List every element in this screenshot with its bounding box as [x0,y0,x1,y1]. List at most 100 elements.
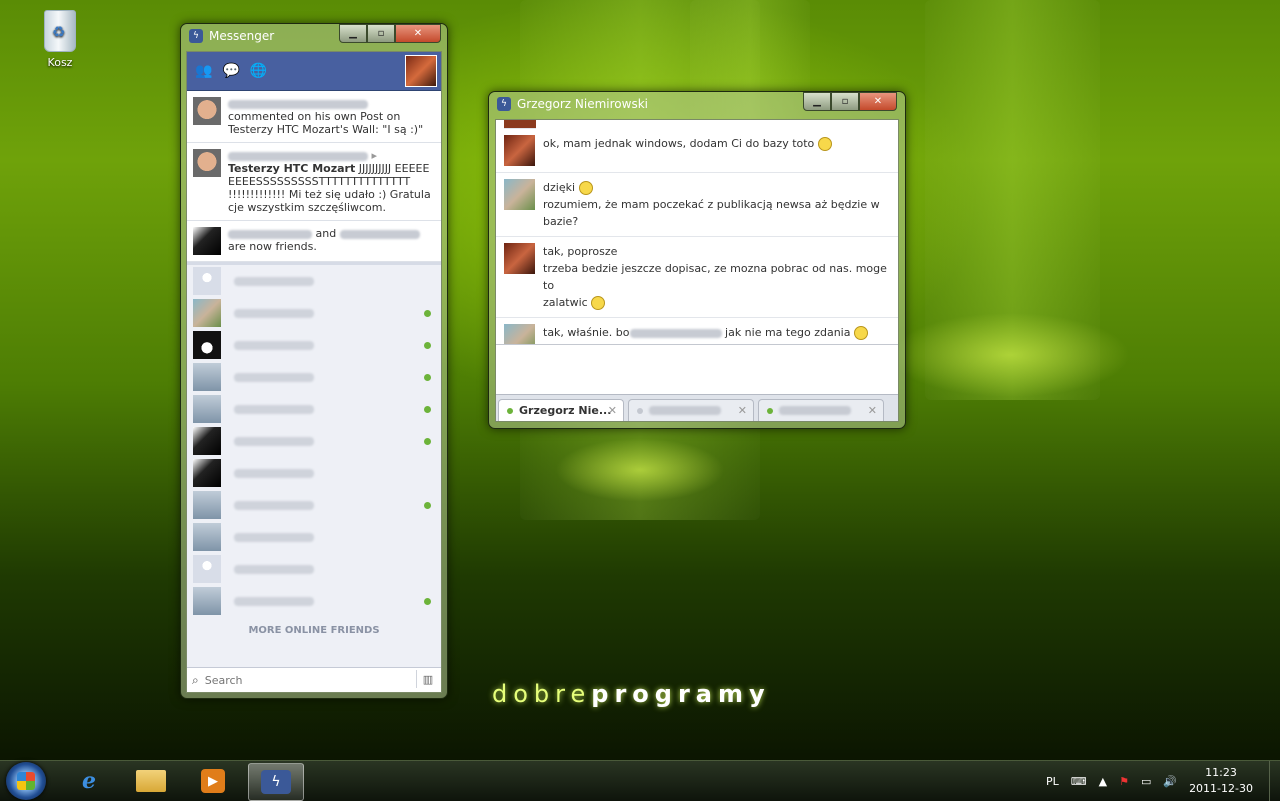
close-tab-icon[interactable]: ✕ [738,404,747,417]
chat-title: Grzegorz Niemirowski [517,97,648,111]
search-input[interactable] [202,672,407,688]
online-status-icon [424,437,431,445]
language-indicator[interactable]: PL [1046,775,1059,788]
message-lines: ok, mam jednak windows, dodam Ci do bazy… [543,135,832,166]
friend-row[interactable] [187,457,441,489]
maximize-button[interactable]: ▫ [831,92,859,111]
redacted-name [234,404,314,414]
chat-tabs: Grzegorz Nie... ✕ ✕ ✕ [496,394,898,421]
notifications-globe-icon[interactable]: 🌐 [250,63,267,79]
recycle-bin[interactable]: Kosz [38,10,82,69]
avatar[interactable] [504,324,535,344]
chat-message: dzięki rozumiem, że mam poczekać z publi… [496,173,898,237]
friend-row[interactable] [187,585,441,617]
friend-row[interactable] [187,297,441,329]
internet-explorer-icon[interactable]: e [62,763,116,799]
search-bar: ⌕ ▥ [187,667,441,692]
friend-requests-icon[interactable]: 👥 [195,63,212,79]
wallpaper-brand: dobreprogramy [492,680,771,708]
recycle-bin-icon [44,10,76,52]
friend-row[interactable] [187,521,441,553]
chat-window[interactable]: ϟ Grzegorz Niemirowski ▁ ▫ ✕ ok, mam jed… [488,91,906,429]
chat-tab-label: Grzegorz Nie... [519,404,612,417]
close-button[interactable]: ✕ [395,24,441,43]
show-hidden-icons-icon[interactable]: ▲ [1099,775,1107,788]
chat-tab[interactable]: ✕ [628,399,754,421]
friend-row[interactable] [187,265,441,297]
offline-status-icon [637,407,643,414]
maximize-button[interactable]: ▫ [367,24,395,43]
clock[interactable]: 11:23 2011-12-30 [1189,765,1253,797]
message-text: ok, mam jednak windows, dodam Ci do bazy… [543,137,815,150]
redacted-text [629,328,722,338]
minimize-button[interactable]: ▁ [339,24,367,43]
messenger-title: Messenger [209,29,275,43]
story-connector: and [315,227,337,240]
avatar[interactable] [193,227,221,255]
friend-row[interactable] [187,361,441,393]
feed-story[interactable]: ▸ Testerzy HTC Mozart JJJJJJJJJJ EEEEEEE… [187,143,441,221]
minimize-button[interactable]: ▁ [803,92,831,111]
chat-tab[interactable]: ✕ [758,399,884,421]
chat-content: ok, mam jednak windows, dodam Ci do bazy… [495,119,899,422]
avatar[interactable] [504,135,535,166]
avatar[interactable] [193,149,221,177]
avatar [193,363,221,391]
redacted-name [228,99,368,109]
messenger-window[interactable]: ϟ Messenger ▁ ▫ ✕ 👥 💬 🌐 commented on his… [180,23,448,699]
network-icon[interactable]: ▭ [1141,775,1151,788]
redacted-name [228,229,312,239]
redacted-name [234,372,314,382]
message-compose-field[interactable] [496,345,898,393]
show-desktop-button[interactable] [1269,761,1280,801]
avatar[interactable] [504,179,535,210]
volume-icon[interactable]: 🔊 [1163,775,1177,788]
keyboard-icon[interactable]: ⌨ [1071,775,1087,788]
feed-story[interactable]: and are now friends. [187,221,441,262]
friend-row[interactable] [187,393,441,425]
story-body: commented on his own Post on Testerzy HT… [228,110,424,136]
friend-row[interactable] [187,329,441,361]
messages-icon[interactable]: 💬 [222,63,239,79]
smiley-icon [817,137,832,151]
more-online-friends[interactable]: MORE ONLINE FRIENDS [187,625,441,636]
feed-story[interactable]: commented on his own Post on Testerzy HT… [187,91,441,143]
close-tab-icon[interactable]: ✕ [608,404,617,417]
media-player-icon[interactable]: ▶ [186,763,240,799]
profile-avatar[interactable] [405,55,437,87]
friend-row[interactable] [187,489,441,521]
message-list: ok, mam jednak windows, dodam Ci do bazy… [496,120,898,345]
redacted-name [234,596,314,606]
redacted-name [234,468,314,478]
action-center-icon[interactable]: ⚑ [1119,775,1129,788]
story-body: are now friends. [228,240,317,253]
friend-row[interactable] [187,425,441,457]
close-button[interactable]: ✕ [859,92,897,111]
online-status-icon [767,407,773,414]
avatar [193,555,221,583]
redacted-name [234,340,314,350]
group-name[interactable]: Testerzy HTC Mozart [228,162,355,175]
chat-message: tak, poprosze trzeba bedzie jeszcze dopi… [496,237,898,318]
start-button[interactable] [6,762,46,800]
message-lines: tak, właśnie. bo jak nie ma tego zdania [543,324,868,344]
redacted-name [234,276,314,286]
messenger-content: 👥 💬 🌐 commented on his own Post on Teste… [186,51,442,693]
avatar[interactable] [193,97,221,125]
messenger-icon: ϟ [189,29,203,43]
friend-row[interactable] [187,553,441,585]
close-tab-icon[interactable]: ✕ [868,404,877,417]
avatar[interactable] [504,243,535,274]
messenger-icon: ϟ [261,770,291,794]
dock-sidebar-icon[interactable]: ▥ [416,670,439,688]
clock-time: 11:23 [1205,766,1237,779]
avatar [193,395,221,423]
chat-tab[interactable]: Grzegorz Nie... ✕ [498,399,624,421]
message-text: trzeba bedzie jeszcze dopisac, ze mozna … [543,262,887,292]
brand-light: dobre [492,680,592,708]
messenger-taskbar-button[interactable]: ϟ [248,763,304,801]
online-status-icon [424,309,431,317]
windows-explorer-icon[interactable] [124,763,178,799]
redacted-name [234,436,314,446]
clock-date: 2011-12-30 [1189,782,1253,795]
